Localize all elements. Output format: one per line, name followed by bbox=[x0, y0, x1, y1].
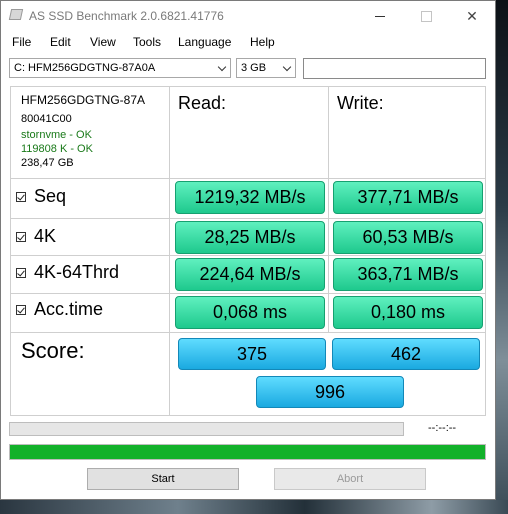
desktop-background-bottom bbox=[0, 500, 508, 514]
test-acctime-toggle[interactable]: Acc.time bbox=[16, 299, 103, 320]
checkbox-checked-icon[interactable] bbox=[16, 304, 26, 315]
title-bar: AS SSD Benchmark 2.0.6821.41776 ✕ bbox=[1, 1, 495, 31]
window-title: AS SSD Benchmark 2.0.6821.41776 bbox=[29, 9, 224, 23]
4k-write-result: 60,53 MB/s bbox=[333, 221, 483, 254]
test-progress-bar bbox=[9, 422, 404, 436]
desktop-background-right bbox=[496, 0, 508, 514]
grid-divider bbox=[11, 332, 485, 333]
drive-firmware: 80041C00 bbox=[21, 113, 72, 125]
driver-status: stornvme - OK bbox=[21, 129, 92, 141]
drive-select-value: C: HFM256GDGTNG-87A0A bbox=[14, 62, 156, 74]
test-4k64-label: 4K-64Thrd bbox=[34, 262, 120, 282]
start-button[interactable]: Start bbox=[87, 468, 239, 490]
4k-read-result: 28,25 MB/s bbox=[175, 221, 325, 254]
grid-divider bbox=[169, 87, 170, 415]
minimize-icon bbox=[375, 15, 385, 17]
grid-divider bbox=[11, 255, 485, 256]
grid-divider bbox=[11, 218, 485, 219]
menu-help[interactable]: Help bbox=[250, 35, 275, 49]
menu-edit[interactable]: Edit bbox=[50, 35, 71, 49]
test-size-select[interactable]: 3 GB bbox=[236, 58, 296, 78]
score-total: 996 bbox=[256, 376, 404, 408]
app-icon bbox=[8, 9, 24, 20]
drive-model: HFM256GDGTNG-87A bbox=[21, 93, 146, 107]
test-4k-label: 4K bbox=[34, 226, 57, 246]
grid-divider bbox=[328, 87, 329, 332]
score-write: 462 bbox=[332, 338, 480, 370]
elapsed-time: --:--:-- bbox=[428, 422, 457, 434]
score-label: Score: bbox=[21, 338, 85, 363]
alignment-status: 119808 K - OK bbox=[21, 143, 93, 155]
grid-divider bbox=[11, 293, 485, 294]
test-4k64-toggle[interactable]: 4K-64Thrd bbox=[16, 262, 119, 283]
4k64-read-result: 224,64 MB/s bbox=[175, 258, 325, 291]
grid-divider bbox=[11, 178, 485, 179]
write-header: Write: bbox=[337, 93, 384, 113]
menu-tools[interactable]: Tools bbox=[133, 35, 161, 49]
acctime-read-result: 0,068 ms bbox=[175, 296, 325, 329]
seq-read-result: 1219,32 MB/s bbox=[175, 181, 325, 214]
checkbox-checked-icon[interactable] bbox=[16, 267, 26, 278]
checkbox-checked-icon[interactable] bbox=[16, 191, 26, 202]
minimize-button[interactable] bbox=[357, 1, 403, 31]
app-window: AS SSD Benchmark 2.0.6821.41776 ✕ File E… bbox=[0, 0, 496, 500]
test-4k-toggle[interactable]: 4K bbox=[16, 226, 56, 247]
read-header: Read: bbox=[178, 93, 227, 113]
chevron-down-icon bbox=[282, 62, 292, 72]
menu-file[interactable]: File bbox=[12, 35, 31, 49]
maximize-button[interactable] bbox=[403, 1, 449, 31]
abort-button[interactable]: Abort bbox=[274, 468, 426, 490]
close-button[interactable]: ✕ bbox=[449, 1, 495, 31]
acctime-write-result: 0,180 ms bbox=[333, 296, 483, 329]
score-read: 375 bbox=[178, 338, 326, 370]
drive-select[interactable]: C: HFM256GDGTNG-87A0A bbox=[9, 58, 231, 78]
test-seq-label: Seq bbox=[34, 186, 67, 206]
seq-write-result: 377,71 MB/s bbox=[333, 181, 483, 214]
test-seq-toggle[interactable]: Seq bbox=[16, 186, 66, 207]
drive-capacity: 238,47 GB bbox=[21, 157, 74, 169]
4k64-write-result: 363,71 MB/s bbox=[333, 258, 483, 291]
total-progress-bar bbox=[9, 444, 486, 460]
results-grid: HFM256GDGTNG-87A 80041C00 stornvme - OK … bbox=[10, 86, 486, 416]
test-size-value: 3 GB bbox=[241, 62, 267, 74]
notes-input[interactable] bbox=[303, 58, 486, 79]
menu-view[interactable]: View bbox=[90, 35, 116, 49]
checkbox-checked-icon[interactable] bbox=[16, 231, 26, 242]
menu-bar: File Edit View Tools Language Help bbox=[1, 31, 495, 53]
total-progress-fill bbox=[10, 445, 485, 459]
menu-language[interactable]: Language bbox=[178, 35, 231, 49]
maximize-icon bbox=[420, 10, 432, 22]
chevron-down-icon bbox=[217, 62, 227, 72]
close-icon: ✕ bbox=[466, 7, 478, 24]
test-acctime-label: Acc.time bbox=[34, 299, 104, 319]
